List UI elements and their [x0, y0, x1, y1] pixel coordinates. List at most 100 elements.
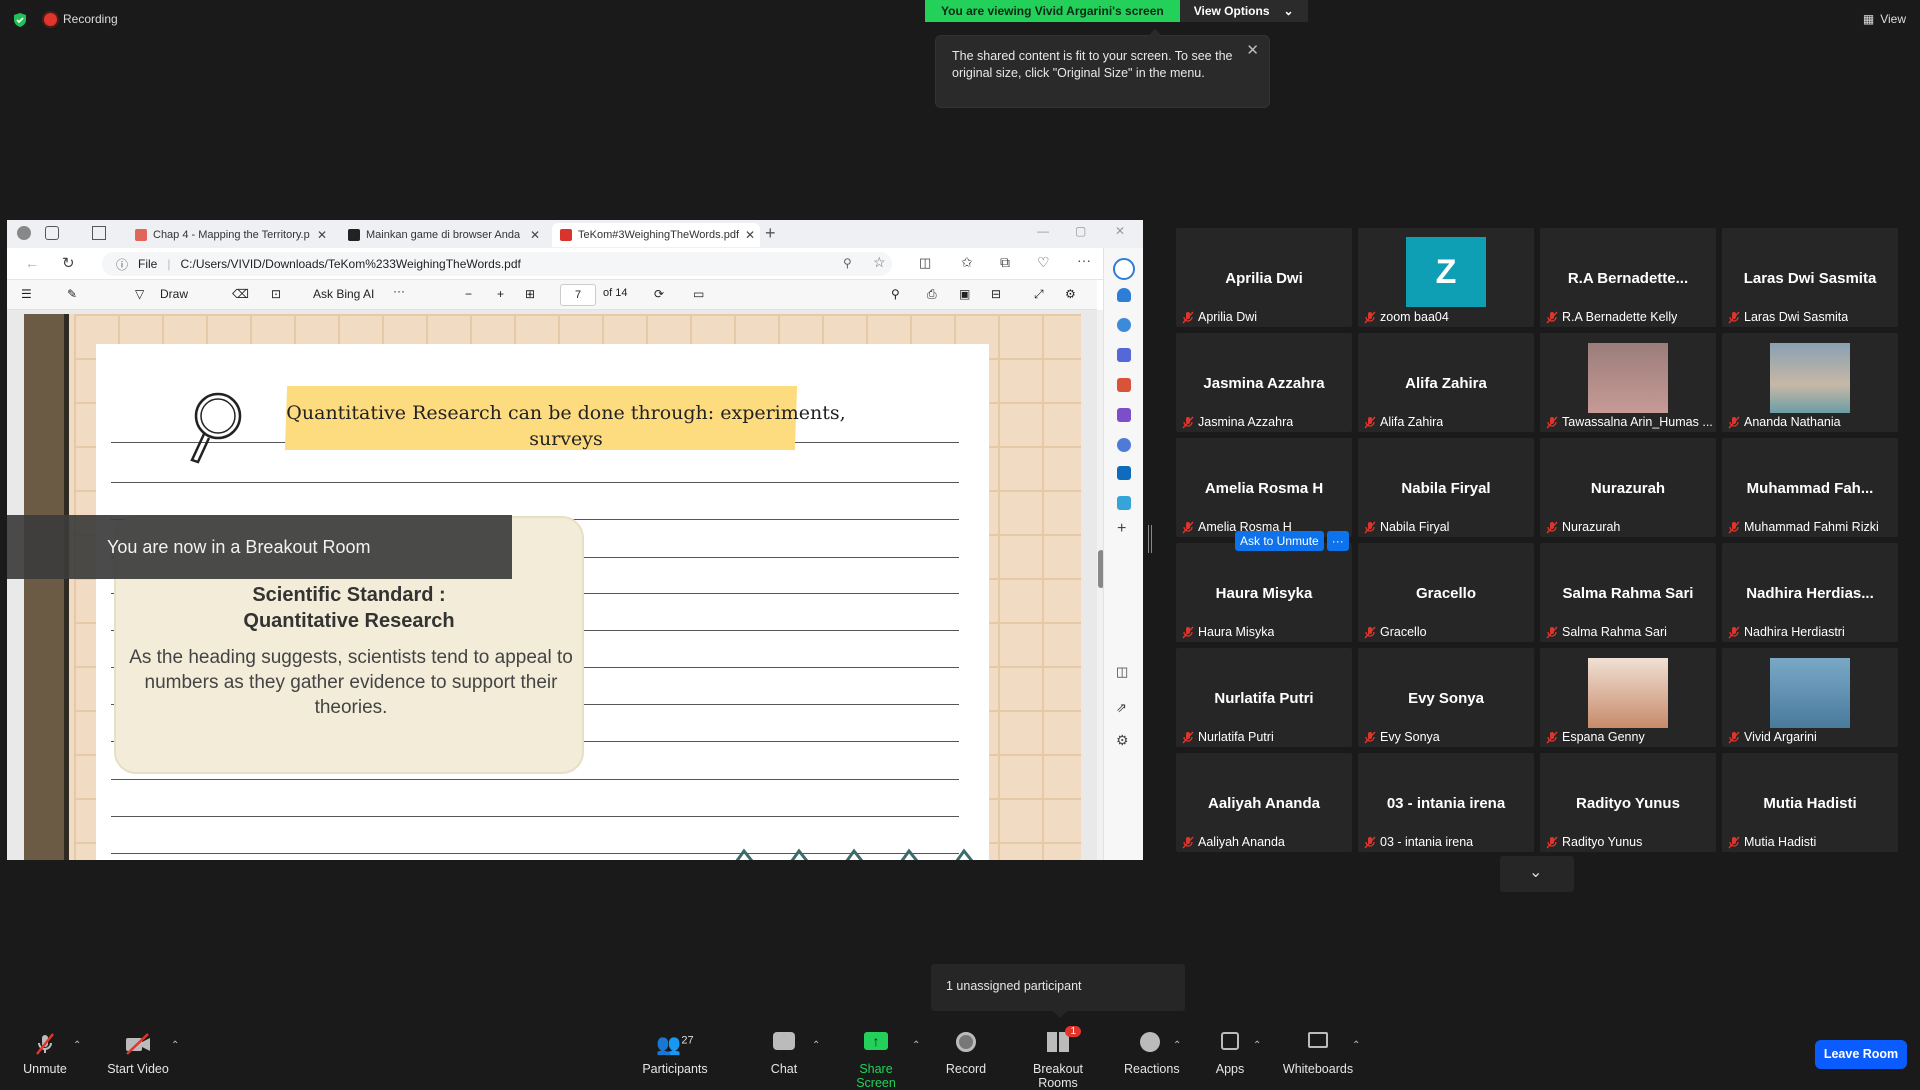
- sidebar-toggle-icon[interactable]: ◫: [1116, 664, 1128, 680]
- page-number-input[interactable]: 7: [560, 284, 596, 306]
- url-field[interactable]: ⓘ File | C:/Users/VIVID/Downloads/TeKom%…: [102, 252, 892, 276]
- participant-tile[interactable]: Mutia Hadisti Mutia Hadisti: [1722, 753, 1898, 852]
- share-options-caret[interactable]: ⌃: [912, 1040, 920, 1051]
- browser-tab[interactable]: Mainkan game di browser Anda ✕: [340, 223, 548, 247]
- participant-tile[interactable]: Salma Rahma Sari Salma Rahma Sari: [1540, 543, 1716, 642]
- participant-tile[interactable]: Nadhira Herdias... Nadhira Herdiastri: [1722, 543, 1898, 642]
- split-screen-icon[interactable]: ◫: [919, 255, 931, 271]
- more-icon[interactable]: ···: [1077, 252, 1091, 268]
- participant-tile[interactable]: Evy Sonya Evy Sonya: [1358, 648, 1534, 747]
- participant-tile[interactable]: Amelia Rosma H Amelia Rosma H: [1176, 438, 1352, 537]
- participant-tile[interactable]: Alifa Zahira Alifa Zahira: [1358, 333, 1534, 432]
- zoom-in-icon[interactable]: +: [497, 287, 504, 301]
- profile-icon[interactable]: [17, 226, 31, 240]
- back-icon[interactable]: ←: [25, 255, 39, 271]
- unassigned-participant-popup[interactable]: 1 unassigned participant: [931, 964, 1185, 1018]
- print-icon[interactable]: ⎙: [927, 287, 937, 302]
- participant-tile[interactable]: Zzoom baa04: [1358, 228, 1534, 327]
- zoom-out-icon[interactable]: −: [465, 287, 472, 301]
- participant-tile[interactable]: Espana Genny: [1540, 648, 1716, 747]
- participant-tile[interactable]: Jasmina Azzahra Jasmina Azzahra: [1176, 333, 1352, 432]
- search-icon[interactable]: [1117, 318, 1131, 332]
- participant-tile[interactable]: Nurazurah Nurazurah: [1540, 438, 1716, 537]
- chat-button[interactable]: Chat: [764, 1032, 804, 1076]
- reactions-caret[interactable]: ⌃: [1173, 1040, 1181, 1051]
- settings-icon[interactable]: ⚙: [1116, 732, 1129, 749]
- participant-tile[interactable]: R.A Bernadette... R.A Bernadette Kelly: [1540, 228, 1716, 327]
- recording-indicator[interactable]: Recording: [44, 12, 118, 26]
- favorite-icon[interactable]: ☆: [873, 254, 886, 271]
- record-button[interactable]: Record: [944, 1032, 988, 1076]
- browser-tab-active[interactable]: TeKom#3WeighingTheWords.pdf ✕: [552, 223, 760, 247]
- apps-caret[interactable]: ⌃: [1253, 1040, 1261, 1051]
- close-icon[interactable]: ✕: [530, 228, 540, 242]
- share-screen-button[interactable]: ↑ Share Screen: [840, 1032, 912, 1090]
- zoom-icon[interactable]: ⚲: [843, 256, 852, 270]
- add-icon[interactable]: +: [1117, 520, 1126, 538]
- external-icon[interactable]: ⇗: [1116, 700, 1127, 716]
- close-icon[interactable]: ✕: [1246, 42, 1259, 59]
- refresh-icon[interactable]: ↻: [62, 254, 75, 272]
- ask-to-unmute-button[interactable]: Ask to Unmute: [1235, 531, 1324, 551]
- video-options-caret[interactable]: ⌃: [171, 1040, 179, 1051]
- whiteboards-button[interactable]: Whiteboards: [1282, 1032, 1354, 1076]
- highlight-icon[interactable]: ✎: [67, 287, 77, 301]
- collections-icon[interactable]: [45, 226, 59, 240]
- participant-tile[interactable]: Vivid Argarini: [1722, 648, 1898, 747]
- participant-tile[interactable]: Ananda Nathania: [1722, 333, 1898, 432]
- view-button[interactable]: ▦ View: [1863, 12, 1906, 26]
- shopping-icon[interactable]: [1117, 348, 1131, 362]
- contents-icon[interactable]: ☰: [21, 287, 32, 301]
- settings-icon[interactable]: ⚙: [1065, 287, 1076, 301]
- close-icon[interactable]: ✕: [317, 228, 327, 242]
- participant-tile[interactable]: Nurlatifa Putri Nurlatifa Putri: [1176, 648, 1352, 747]
- split-handle[interactable]: [1148, 525, 1152, 553]
- reactions-button[interactable]: Reactions: [1124, 1032, 1180, 1076]
- more-icon[interactable]: ···: [393, 284, 405, 298]
- leave-room-button[interactable]: Leave Room: [1815, 1040, 1907, 1069]
- audio-options-caret[interactable]: ⌃: [73, 1040, 81, 1051]
- participant-tile[interactable]: Radityo Yunus Radityo Yunus: [1540, 753, 1716, 852]
- fullscreen-icon[interactable]: ⤢: [1034, 287, 1044, 302]
- save-as-icon[interactable]: ⊟: [991, 287, 1001, 301]
- bing-copilot-icon[interactable]: [1113, 258, 1135, 280]
- text-icon[interactable]: ⊡: [271, 287, 281, 301]
- participant-tile[interactable]: Laras Dwi Sasmita Laras Dwi Sasmita: [1722, 228, 1898, 327]
- fit-page-icon[interactable]: ⊞: [525, 287, 535, 301]
- eraser-icon[interactable]: ⌫: [232, 287, 249, 301]
- participant-tile[interactable]: Aprilia Dwi Aprilia Dwi: [1176, 228, 1352, 327]
- extensions-icon[interactable]: ♡: [1037, 254, 1050, 271]
- gallery-next-button[interactable]: ⌄: [1500, 856, 1574, 892]
- draw-icon[interactable]: ▽: [135, 287, 144, 301]
- games-icon[interactable]: [1117, 408, 1131, 422]
- view-options-button[interactable]: View Options ⌄: [1179, 0, 1308, 22]
- minimize-icon[interactable]: —: [1037, 224, 1049, 238]
- participant-tile[interactable]: Nabila Firyal Nabila Firyal: [1358, 438, 1534, 537]
- whiteboards-caret[interactable]: ⌃: [1352, 1040, 1360, 1051]
- drop-icon[interactable]: [1117, 496, 1131, 510]
- page-view-icon[interactable]: ▭: [693, 287, 704, 301]
- participants-button[interactable]: 👥27 Participants: [640, 1032, 710, 1076]
- outlook-icon[interactable]: [1117, 466, 1131, 480]
- ask-bing-button[interactable]: Ask Bing AI: [313, 287, 374, 301]
- chat-options-caret[interactable]: ⌃: [812, 1040, 820, 1051]
- participant-tile[interactable]: Tawassalna Arin_Humas ...: [1540, 333, 1716, 432]
- participant-tile[interactable]: 03 - intania irena 03 - intania irena: [1358, 753, 1534, 852]
- pdf-viewer[interactable]: Quantitative Research can be done throug…: [7, 310, 1097, 860]
- start-video-button[interactable]: Start Video: [106, 1032, 170, 1076]
- tab-actions-icon[interactable]: [92, 226, 106, 240]
- unmute-button[interactable]: Unmute: [22, 1032, 68, 1076]
- save-icon[interactable]: ▣: [959, 287, 970, 301]
- notification-icon[interactable]: [1117, 288, 1131, 302]
- apps-button[interactable]: Apps: [1214, 1032, 1246, 1076]
- tools-icon[interactable]: [1117, 378, 1131, 392]
- maximize-icon[interactable]: ▢: [1075, 224, 1086, 238]
- browser-tab[interactable]: Chap 4 - Mapping the Territory.p ✕: [127, 223, 335, 247]
- participant-tile[interactable]: Gracello Gracello: [1358, 543, 1534, 642]
- search-icon[interactable]: ⚲: [891, 287, 900, 301]
- draw-button[interactable]: Draw: [160, 287, 188, 301]
- new-tab-icon[interactable]: +: [765, 223, 776, 244]
- participant-tile[interactable]: Aaliyah Ananda Aaliyah Ananda: [1176, 753, 1352, 852]
- breakout-rooms-button[interactable]: 1 Breakout Rooms: [1013, 1026, 1103, 1090]
- close-icon[interactable]: ✕: [745, 228, 755, 242]
